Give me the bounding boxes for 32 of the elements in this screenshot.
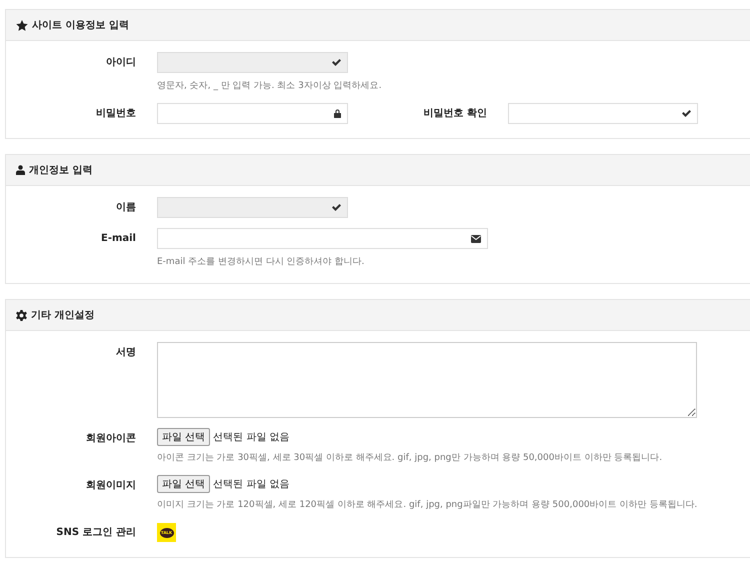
file-select-button[interactable]: 파일 선택 — [157, 428, 210, 446]
check-icon — [332, 59, 341, 66]
help-text: 영문자, 숫자, _ 만 입력 가능. 최소 3자이상 입력하세요. — [157, 80, 382, 92]
input-field[interactable] — [157, 228, 488, 249]
help-text: 아이콘 크기는 가로 30픽셀, 세로 30픽셀 이하로 해주세요. gif, jpg, png만 가능하며 용량 50,000바이트 이하만 등록됩니다. — [157, 452, 662, 464]
lock-icon — [334, 109, 341, 118]
check-icon — [682, 110, 691, 117]
section-title: 사이트 이용정보 입력 — [32, 19, 129, 32]
user-icon — [16, 165, 25, 175]
signature-field[interactable] — [157, 342, 697, 418]
envelope-icon — [471, 234, 481, 242]
section-title: 개인정보 입력 — [29, 164, 92, 177]
field-label: 아이디 — [105, 56, 136, 70]
field-label: 회원이미지 — [85, 479, 136, 493]
section-title: 기타 개인설정 — [31, 309, 94, 322]
input-field[interactable] — [157, 103, 348, 124]
file-status: 선택된 파일 없음 — [213, 478, 290, 490]
settings-icon — [16, 310, 27, 320]
star-icon — [16, 20, 28, 30]
field-label: 비밀번호 확인 — [422, 107, 487, 121]
input-field[interactable] — [508, 103, 698, 124]
check-icon — [332, 204, 341, 211]
help-text: 이미지 크기는 가로 120픽셀, 세로 120픽셀 이하로 해주세요. gif, jpg, png파일만 가능하며 용량 500,000바이트 이하만 등록됩니다. — [157, 498, 698, 512]
file-select-button[interactable]: 파일 선택 — [157, 474, 210, 492]
field-label: 서명 — [115, 346, 136, 360]
field-label: 회원아이콘 — [85, 432, 136, 446]
field-label: E-mail — [100, 232, 136, 246]
field-label: 이름 — [115, 201, 136, 215]
field-label: 비밀번호 — [95, 107, 136, 121]
field-label: SNS 로그인 관리 — [55, 526, 136, 540]
help-text: E-mail 주소를 변경하시면 다시 인증하셔야 합니다. — [157, 256, 366, 268]
file-status: 선택된 파일 없음 — [213, 430, 290, 444]
